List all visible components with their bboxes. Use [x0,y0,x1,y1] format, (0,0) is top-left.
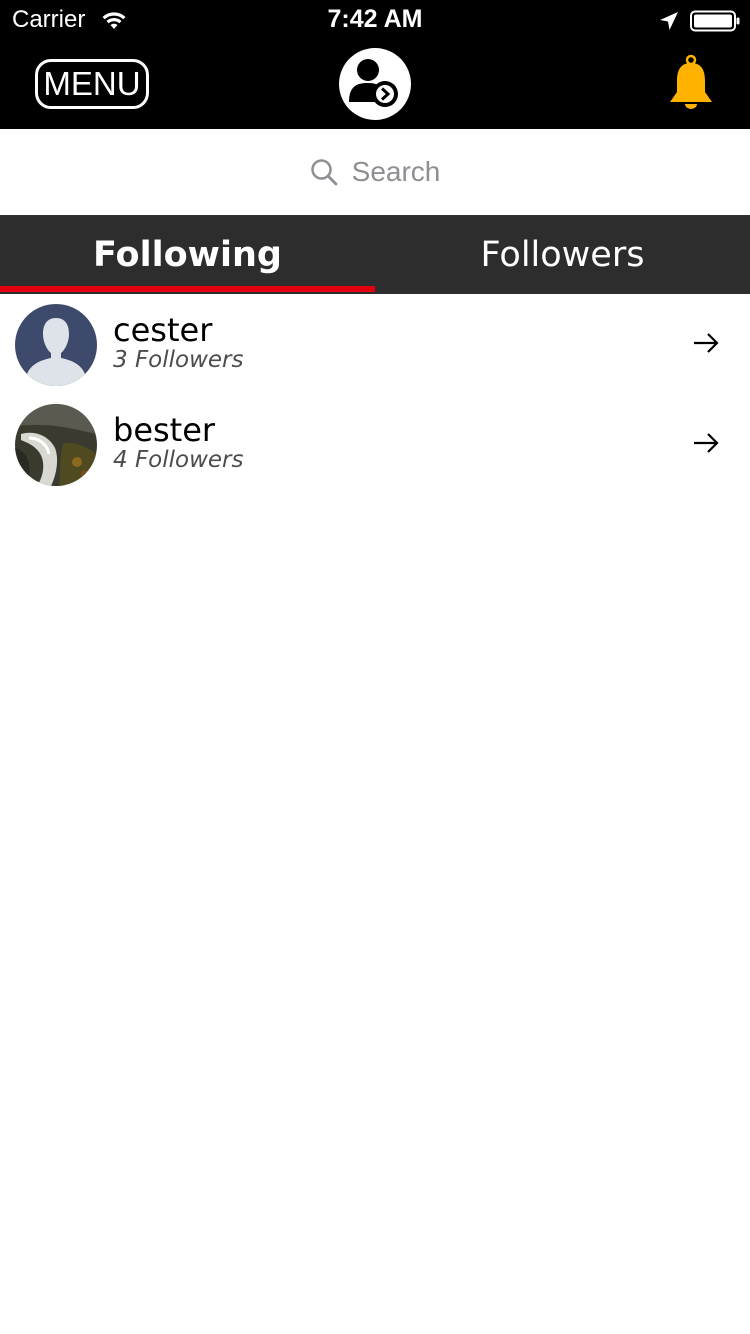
default-person-avatar [15,304,97,386]
search-field[interactable]: Search [310,156,441,188]
clock: 7:42 AM [327,5,423,33]
menu-button[interactable]: MENU [35,59,149,109]
list-item[interactable]: cester 3 Followers [0,294,750,394]
tab-following[interactable]: Following [0,215,375,294]
search-bar[interactable]: Search [0,129,750,215]
status-bar: Carrier 7:42 AM [0,0,750,40]
battery-icon [690,10,740,32]
arrow-right-icon[interactable] [692,432,720,454]
user-profile-arrow-icon [349,59,398,107]
user-name: cester [113,311,213,349]
user-name: bester [113,411,216,449]
tab-bar: Following Followers [0,215,750,294]
location-arrow-icon [660,12,678,30]
waterfall-photo-avatar [15,404,97,486]
tab-selected-indicator [0,286,375,292]
user-followers-count: 4 Followers [113,447,244,473]
user-followers-count: 3 Followers [113,347,244,373]
list-item[interactable]: bester 4 Followers [0,394,750,494]
user-list: cester 3 Followers bester 4 Followers [0,294,750,494]
search-placeholder: Search [351,156,441,187]
nav-bar: MENU [0,40,750,129]
bell-icon[interactable] [666,54,716,110]
tab-followers[interactable]: Followers [375,215,750,294]
profile-button[interactable] [339,48,411,120]
search-icon [310,159,338,186]
arrow-right-icon[interactable] [692,332,720,354]
